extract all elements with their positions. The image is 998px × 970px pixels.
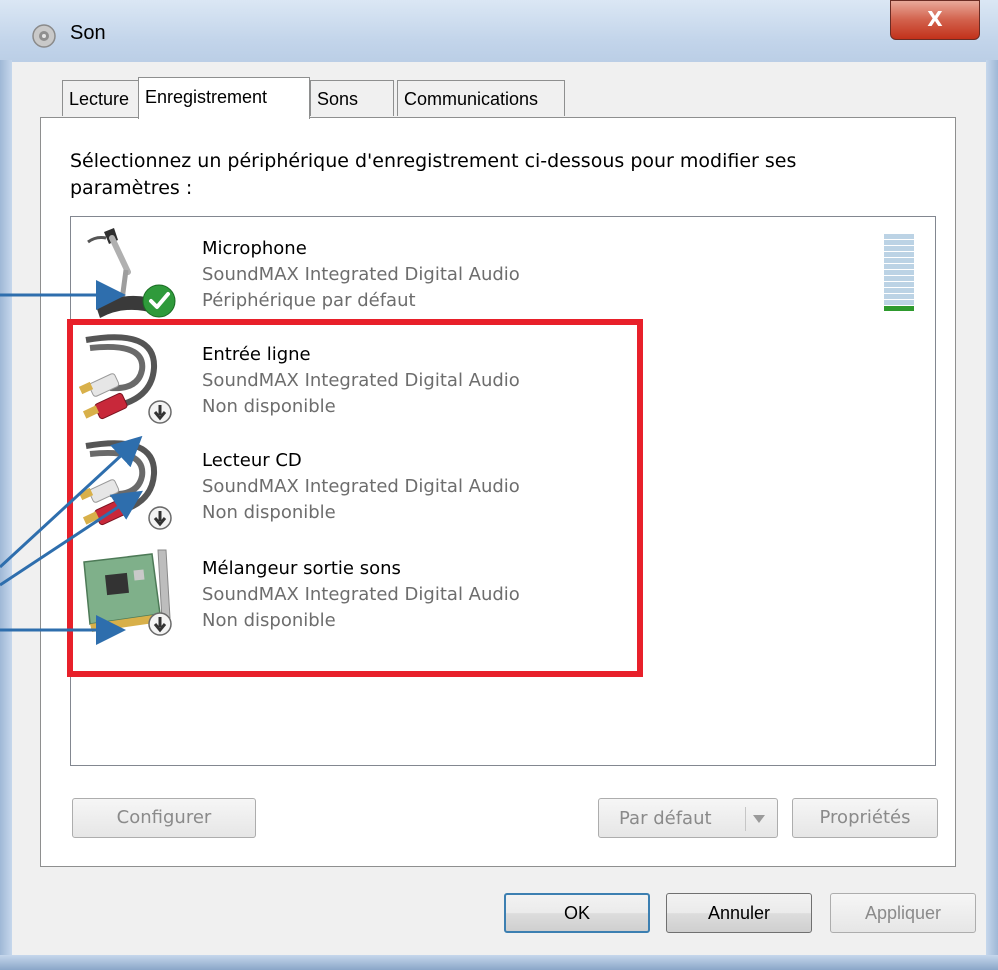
tab-lecture[interactable]: Lecture (62, 80, 139, 116)
device-driver: SoundMAX Integrated Digital Audio (202, 264, 520, 285)
tab-communications[interactable]: Communications (397, 80, 565, 116)
window-frame-left (0, 60, 12, 965)
instruction-text: Sélectionnez un périphérique d'enregistr… (70, 150, 797, 199)
close-button[interactable]: X (890, 0, 980, 40)
cancel-button[interactable]: Annuler (666, 893, 812, 933)
properties-button[interactable]: Propriétés (792, 798, 938, 838)
default-check-icon (142, 284, 176, 318)
configure-button[interactable]: Configurer (72, 798, 256, 838)
device-name: Microphone (202, 238, 307, 259)
tab-sons[interactable]: Sons (310, 80, 394, 116)
split-divider (745, 807, 746, 831)
speaker-app-icon (32, 24, 56, 48)
chevron-down-icon[interactable] (751, 811, 767, 827)
device-status: Périphérique par défaut (202, 290, 416, 311)
window-frame-bottom (0, 955, 998, 970)
window-frame-right (986, 60, 998, 965)
window-title: Son (70, 22, 106, 44)
apply-button[interactable]: Appliquer (830, 893, 976, 933)
highlight-box (67, 319, 643, 677)
sound-dialog: Son X Lecture Enregistrement Sons Commun… (0, 0, 998, 970)
list-item[interactable] (76, 222, 181, 322)
tab-enregistrement[interactable]: Enregistrement (138, 77, 310, 119)
title-bar[interactable] (0, 0, 998, 70)
ok-button[interactable]: OK (504, 893, 650, 933)
set-default-split-button[interactable]: Par défaut (598, 798, 778, 838)
set-default-label: Par défaut (619, 808, 712, 829)
